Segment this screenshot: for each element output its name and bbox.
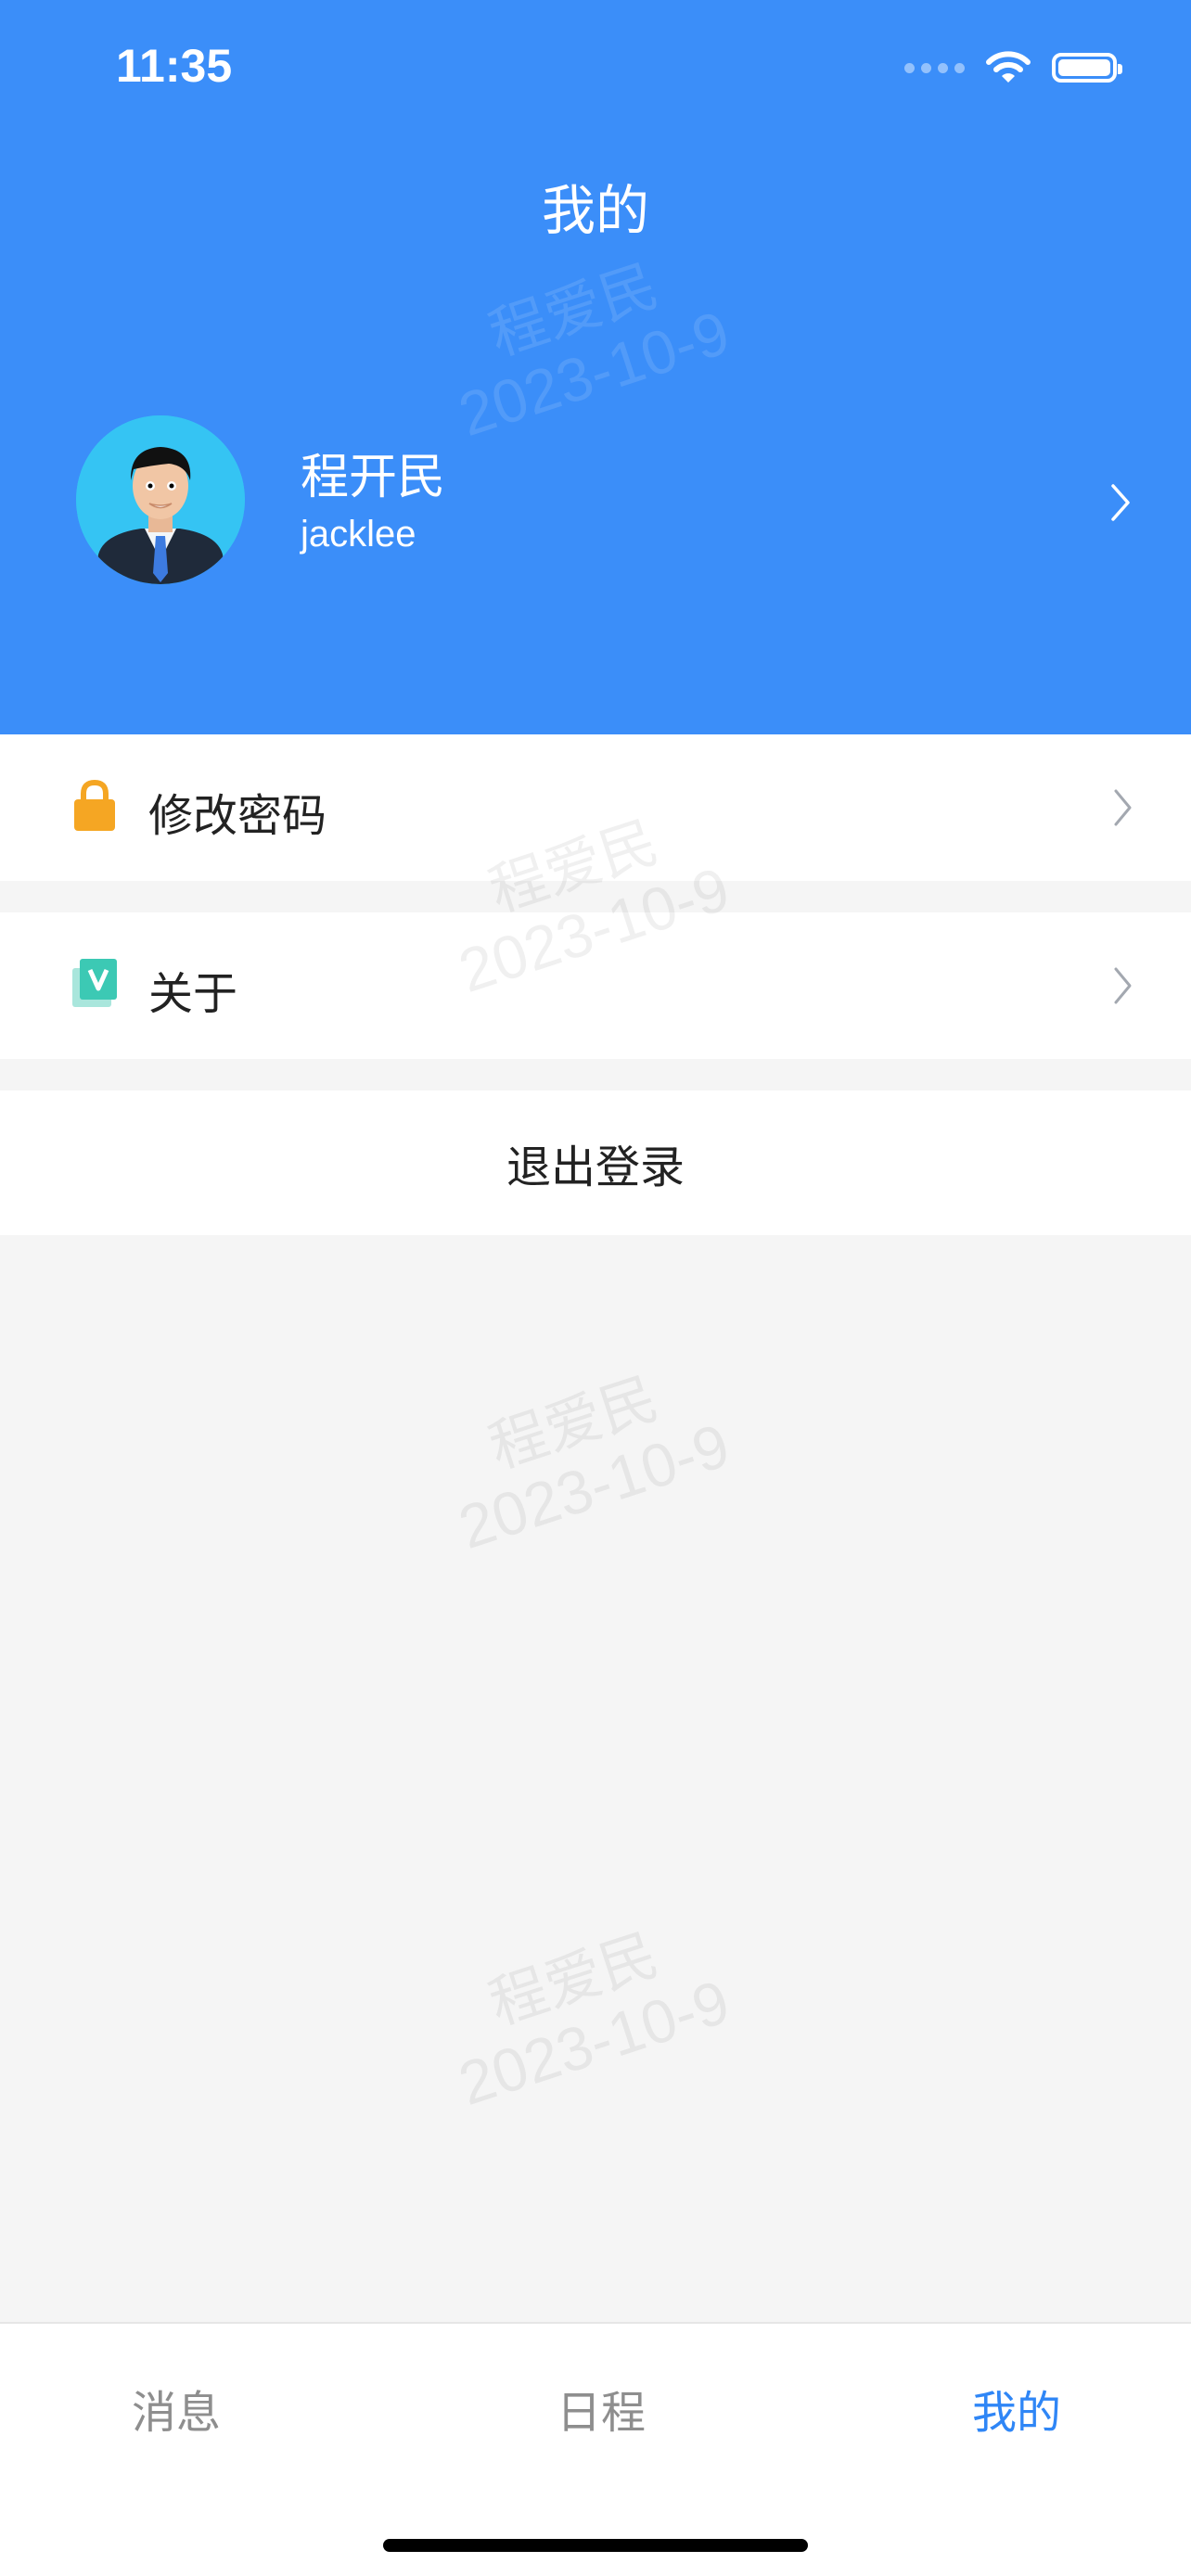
logout-button[interactable]: 退出登录 xyxy=(0,1090,1191,1235)
tab-schedule[interactable]: 日程 xyxy=(462,2376,740,2441)
chevron-right-icon xyxy=(1114,967,1132,1004)
change-password-label: 修改密码 xyxy=(148,790,327,842)
lock-icon xyxy=(74,779,115,831)
avatar[interactable] xyxy=(76,415,245,584)
watermark: 程爱民 2023-10-9 xyxy=(450,253,737,450)
home-indicator xyxy=(383,2539,808,2552)
profile-username: jacklee xyxy=(301,514,416,555)
profile-header: 11:35 我的 程爱民 2023-10-9 程开民 jacklee xyxy=(0,0,1191,734)
tab-messages[interactable]: 消息 xyxy=(37,2376,315,2441)
profile-name: 程开民 xyxy=(301,450,446,505)
chevron-right-icon xyxy=(1114,789,1132,826)
chevron-right-icon[interactable] xyxy=(1109,482,1132,523)
about-row[interactable]: 关于 xyxy=(0,912,1191,1059)
wifi-icon xyxy=(986,51,1031,83)
about-label: 关于 xyxy=(148,968,238,1020)
status-icons xyxy=(904,45,1122,91)
change-password-row[interactable]: 修改密码 xyxy=(0,734,1191,881)
tab-mine[interactable]: 我的 xyxy=(877,2376,1156,2441)
avatar-illustration xyxy=(76,415,245,584)
tab-bar: 消息 日程 我的 xyxy=(0,2322,1191,2576)
page-title: 我的 xyxy=(541,179,649,242)
about-icon xyxy=(72,959,117,1007)
status-time: 11:35 xyxy=(116,40,233,92)
watermark: 程爱民 2023-10-9 xyxy=(450,1366,737,1562)
signal-icon xyxy=(904,62,965,73)
watermark: 程爱民 2023-10-9 xyxy=(450,1922,737,2119)
battery-icon xyxy=(1052,53,1122,83)
